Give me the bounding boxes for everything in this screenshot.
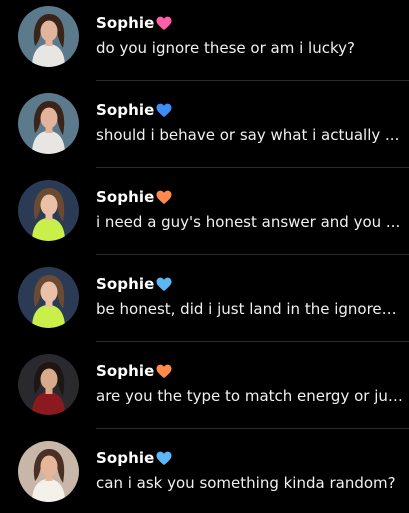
divider (96, 254, 409, 255)
name-line: Sophie (96, 13, 172, 33)
name-line: Sophie (96, 448, 172, 468)
message-preview: be honest, did i just land in the ignore… (96, 300, 406, 318)
name-line: Sophie (96, 100, 172, 120)
avatar[interactable] (18, 441, 79, 502)
blue-heart-icon (156, 103, 172, 118)
conversation-item[interactable]: Sophie should i behave or say what i act… (0, 87, 409, 174)
name-line: Sophie (96, 187, 172, 207)
name-line: Sophie (96, 274, 172, 294)
avatar[interactable] (18, 6, 79, 67)
sender-name: Sophie (96, 14, 155, 32)
light-blue-heart-icon (156, 451, 172, 466)
light-blue-heart-icon (156, 277, 172, 292)
divider (96, 428, 409, 429)
sender-name: Sophie (96, 275, 155, 293)
message-preview: can i ask you something kinda random? (96, 474, 396, 492)
conversation-item[interactable]: Sophie do you ignore these or am i lucky… (0, 0, 409, 87)
divider (96, 80, 409, 81)
message-preview: do you ignore these or am i lucky? (96, 39, 355, 57)
conversation-item[interactable]: Sophie i need a guy's honest answer and … (0, 174, 409, 261)
conversation-list: Sophie do you ignore these or am i lucky… (0, 0, 409, 513)
message-preview: i need a guy's honest answer and you ... (96, 213, 401, 231)
divider (96, 341, 409, 342)
conversation-item[interactable]: Sophie are you the type to match energy … (0, 348, 409, 435)
avatar[interactable] (18, 93, 79, 154)
avatar[interactable] (18, 180, 79, 241)
message-preview: should i behave or say what i actually .… (96, 126, 400, 144)
name-line: Sophie (96, 361, 172, 381)
conversation-item[interactable]: Sophie can i ask you something kinda ran… (0, 435, 409, 513)
message-preview: are you the type to match energy or jus.… (96, 387, 406, 405)
sender-name: Sophie (96, 188, 155, 206)
avatar[interactable] (18, 267, 79, 328)
orange-heart-icon (156, 190, 172, 205)
sender-name: Sophie (96, 362, 155, 380)
conversation-item[interactable]: Sophie be honest, did i just land in the… (0, 261, 409, 348)
avatar[interactable] (18, 354, 79, 415)
orange-heart-icon (156, 364, 172, 379)
sender-name: Sophie (96, 101, 155, 119)
sender-name: Sophie (96, 449, 155, 467)
pink-heart-icon (156, 16, 172, 31)
divider (96, 167, 409, 168)
